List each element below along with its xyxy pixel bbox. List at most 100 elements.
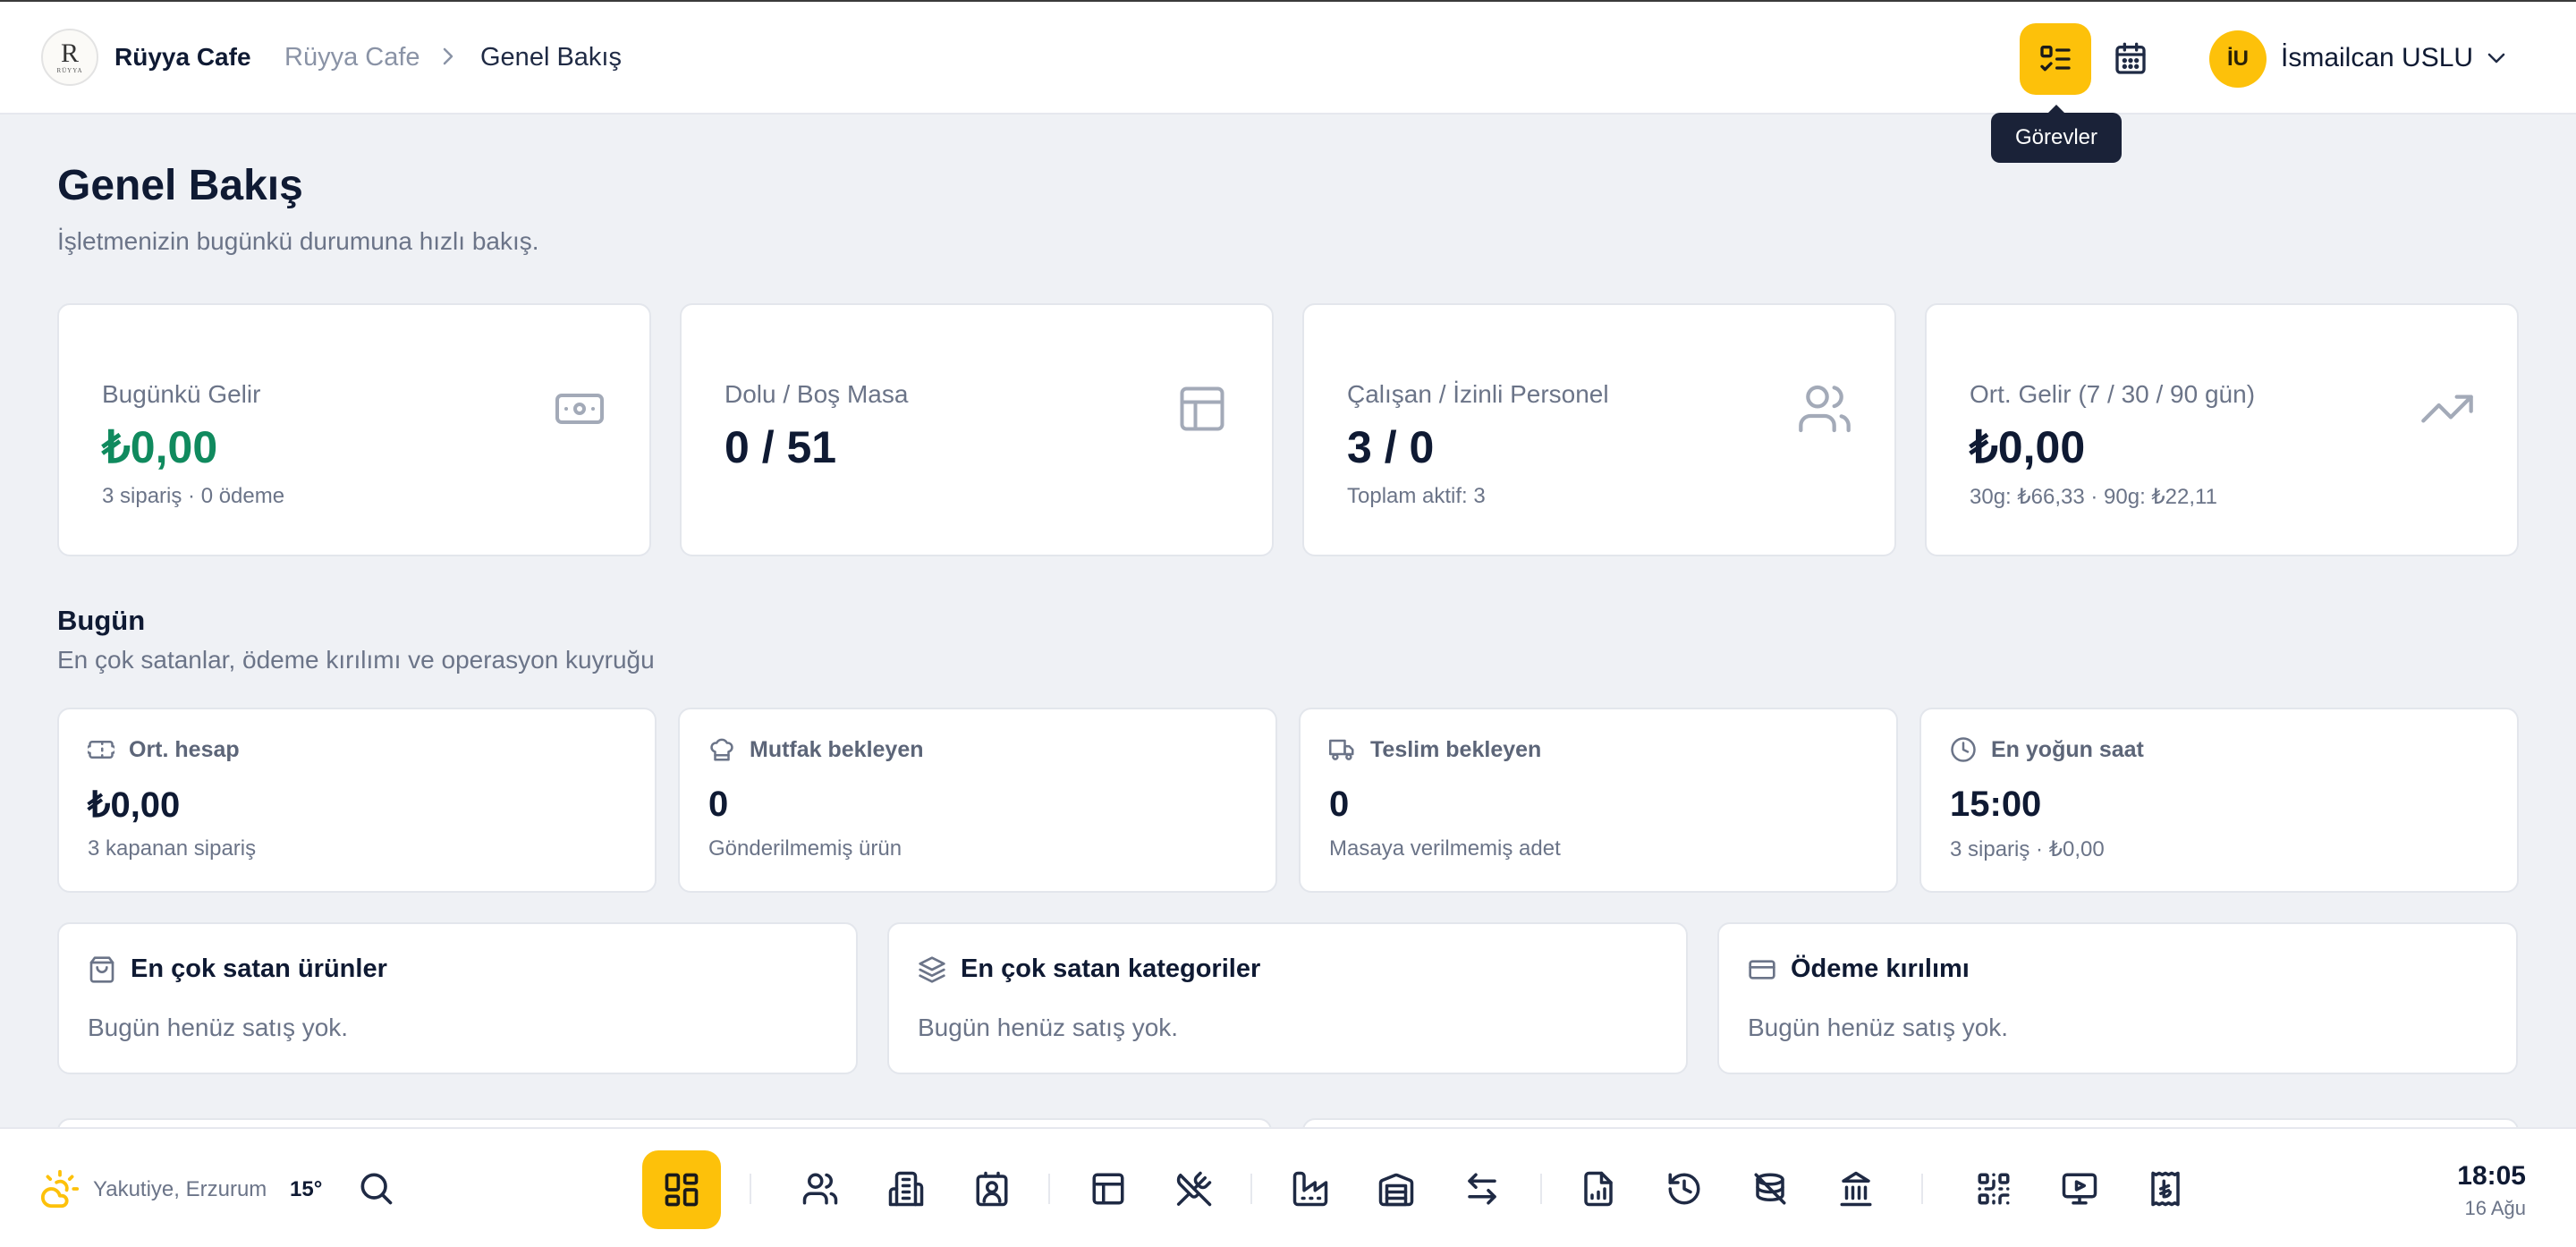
panel-empty-text: Bugün henüz satış yok. xyxy=(1748,1014,2009,1041)
building-icon xyxy=(888,1171,924,1207)
bottom-dock: Yakutiye, Erzurum 15° 18:05 16 Ağu xyxy=(0,1127,2576,1247)
kpi-card-revenue: Bugünkü Gelir ₺0,00 3 sipariş · 0 ödeme xyxy=(57,303,651,556)
layers-icon xyxy=(919,955,945,983)
metric-label: En yoğun saat xyxy=(1991,736,2144,762)
dock-documents-button[interactable] xyxy=(1576,1166,1621,1211)
panel-title: En çok satan ürünler xyxy=(131,954,387,983)
dock-history-button[interactable] xyxy=(1662,1166,1707,1211)
kpi-value: ₺0,00 xyxy=(1970,422,2086,472)
kpi-card-staff: Çalışan / İzinli Personel 3 / 0 Toplam a… xyxy=(1302,303,1896,556)
page-title: Genel Bakış xyxy=(57,162,303,209)
dock-divider xyxy=(1921,1174,1923,1204)
dock-dashboard-button[interactable] xyxy=(642,1150,721,1229)
breadcrumb-home[interactable]: Rüyya Cafe xyxy=(284,43,420,72)
kpi-sub: Toplam aktif: 3 xyxy=(1347,484,1486,508)
history-icon xyxy=(1668,1173,1700,1205)
logo-initial: R xyxy=(60,38,79,68)
chevron-down-icon[interactable] xyxy=(2485,48,2508,68)
metric-sub: 3 sipariş · ₺0,00 xyxy=(1950,837,2105,861)
kpi-value: 0 / 51 xyxy=(724,422,837,472)
kpi-label: Bugünkü Gelir xyxy=(102,380,261,408)
dock-tables-button[interactable] xyxy=(1086,1166,1131,1211)
dock-bank-button[interactable] xyxy=(1834,1166,1878,1211)
weather-sun-cloud-icon xyxy=(39,1168,80,1209)
metric-value: 15:00 xyxy=(1950,785,2042,824)
calendar-icon xyxy=(2115,42,2146,74)
metric-sub: Masaya verilmemiş adet xyxy=(1329,836,1561,861)
panel-title: En çok satan kategoriler xyxy=(961,954,1261,983)
kpi-card-tables: Dolu / Boş Masa 0 / 51 xyxy=(680,303,1274,556)
tasks-tooltip: Görevler xyxy=(1991,105,2122,163)
panel-top-categories: En çok satan kategoriler Bugün henüz sat… xyxy=(887,922,1688,1074)
dock-warehouse-button[interactable] xyxy=(1374,1166,1419,1211)
trending-up-icon xyxy=(2419,380,2476,437)
metric-label: Teslim bekleyen xyxy=(1370,736,1542,762)
kpi-value: 3 / 0 xyxy=(1347,422,1435,472)
clock-icon xyxy=(1951,737,1976,762)
dock-display-button[interactable] xyxy=(2057,1166,2102,1211)
landmark-icon xyxy=(1840,1171,1872,1207)
contact-card-icon xyxy=(976,1171,1008,1207)
search-icon xyxy=(360,1173,393,1205)
dock-divider xyxy=(750,1174,751,1204)
dock-receipt-button[interactable] xyxy=(2143,1166,2188,1211)
clock-time: 18:05 xyxy=(2457,1161,2526,1191)
kpi-sub: 3 sipariş · 0 ödeme xyxy=(102,484,285,508)
tasks-button[interactable] xyxy=(2020,23,2091,95)
dock-transfer-button[interactable] xyxy=(1460,1166,1504,1211)
metric-label: Mutfak bekleyen xyxy=(750,736,924,762)
panel-payment-breakdown: Ödeme kırılımı Bugün henüz satış yok. xyxy=(1717,922,2518,1074)
weather-location: Yakutiye, Erzurum xyxy=(93,1177,267,1201)
file-chart-icon xyxy=(1584,1171,1613,1207)
panel-empty-text: Bugün henüz satış yok. xyxy=(88,1014,349,1041)
kpi-label: Ort. Gelir (7 / 30 / 90 gün) xyxy=(1970,380,2256,408)
table-layout-icon xyxy=(1092,1173,1124,1205)
brand-logo[interactable]: R RÜYYA xyxy=(41,29,98,86)
dock-cash-button[interactable] xyxy=(1748,1166,1792,1211)
dock-qr-button[interactable] xyxy=(1971,1166,2016,1211)
utensils-crossed-icon xyxy=(1176,1171,1212,1207)
brand-name[interactable]: Rüyya Cafe xyxy=(114,43,251,72)
panel-empty-text: Bugün henüz satış yok. xyxy=(918,1014,1179,1041)
clock-date: 16 Ağu xyxy=(2464,1197,2526,1219)
section-subtitle-today: En çok satanlar, ödeme kırılımı ve opera… xyxy=(57,646,655,674)
kpi-label: Çalışan / İzinli Personel xyxy=(1347,380,1609,408)
table-layout-icon xyxy=(1174,380,1231,437)
warehouse-icon xyxy=(1378,1173,1414,1207)
search-button[interactable] xyxy=(356,1168,395,1208)
breadcrumb-chevron-icon xyxy=(438,45,458,68)
credit-card-icon xyxy=(1749,959,1775,980)
dock-menu-button[interactable] xyxy=(1172,1166,1216,1211)
dock-divider xyxy=(1540,1174,1542,1204)
panel-title: Ödeme kırılımı xyxy=(1791,954,1970,983)
metric-value: 0 xyxy=(1329,785,1350,824)
factory-icon xyxy=(1292,1171,1328,1207)
calendar-button[interactable] xyxy=(2107,34,2154,84)
users-icon xyxy=(802,1173,838,1205)
dashboard-grid-icon xyxy=(665,1173,699,1207)
shopping-bag-icon xyxy=(89,955,114,983)
dock-business-button[interactable] xyxy=(884,1166,928,1211)
page-subtitle: İşletmenizin bugünkü durumuna hızlı bakı… xyxy=(57,227,539,255)
dock-staff-button[interactable] xyxy=(798,1166,843,1211)
user-avatar[interactable]: İU xyxy=(2209,30,2267,88)
kpi-sub: 30g: ₺66,33 · 90g: ₺22,11 xyxy=(1970,485,2217,509)
dock-reports-button[interactable] xyxy=(1288,1166,1333,1211)
metric-label: Ort. hesap xyxy=(129,736,240,762)
metric-value: ₺0,00 xyxy=(88,785,181,825)
breadcrumb-current: Genel Bakış xyxy=(480,43,622,72)
metric-card-kitchen: Mutfak bekleyen 0 Gönderilmemiş ürün xyxy=(678,708,1277,893)
metric-sub: 3 kapanan sipariş xyxy=(88,836,257,861)
metric-value: 0 xyxy=(708,785,729,824)
metric-card-delivery: Teslim bekleyen 0 Masaya verilmemiş adet xyxy=(1299,708,1898,893)
chef-hat-icon xyxy=(710,738,733,761)
user-name[interactable]: İsmailcan USLU xyxy=(2281,43,2473,73)
metric-card-peak-hour: En yoğun saat 15:00 3 sipariş · ₺0,00 xyxy=(1919,708,2519,893)
truck-icon xyxy=(1329,739,1354,760)
logo-text: RÜYYA xyxy=(56,67,83,74)
dock-divider xyxy=(1250,1174,1252,1204)
monitor-play-icon xyxy=(2062,1173,2097,1205)
kpi-card-avg-revenue: Ort. Gelir (7 / 30 / 90 gün) ₺0,00 30g: … xyxy=(1925,303,2519,556)
dock-contacts-button[interactable] xyxy=(970,1166,1014,1211)
kpi-value: ₺0,00 xyxy=(102,422,218,472)
